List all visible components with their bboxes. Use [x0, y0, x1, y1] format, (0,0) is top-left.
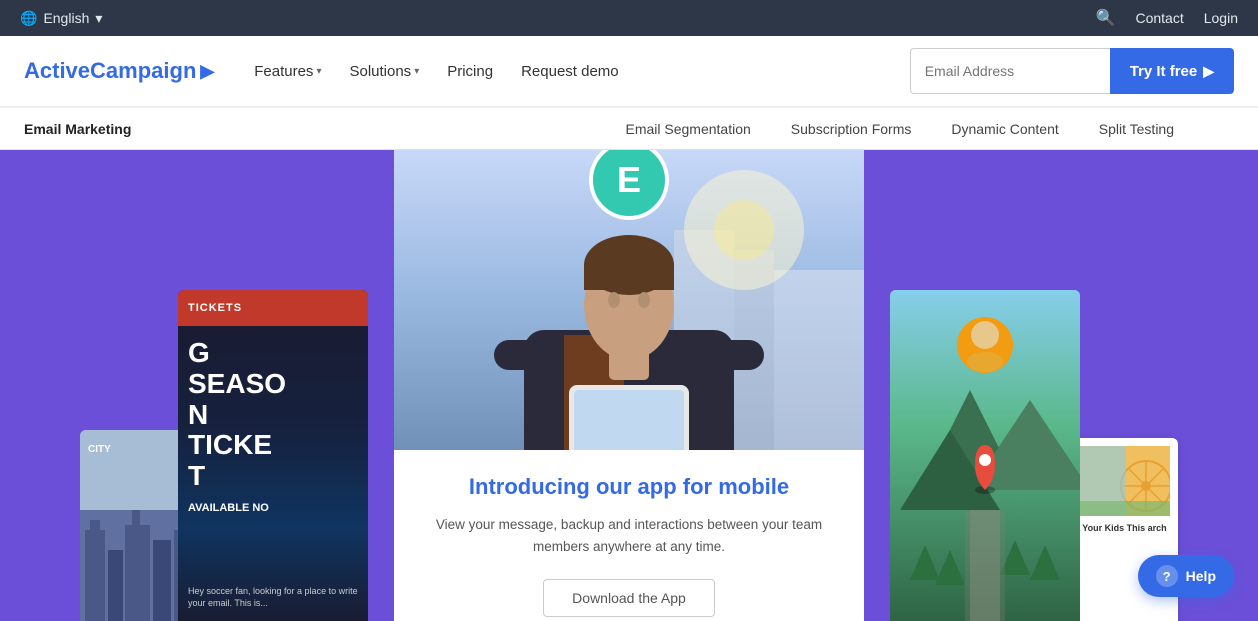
request-demo-link[interactable]: Request demo: [521, 63, 619, 80]
card-title: Introducing our app for mobile: [426, 474, 832, 500]
help-button[interactable]: ? Help: [1138, 555, 1234, 597]
logo-arrow: ▶: [200, 61, 214, 82]
search-icon[interactable]: 🔍: [1096, 8, 1116, 28]
download-app-button[interactable]: Download the App: [543, 579, 715, 617]
tickets-content: G SEASO N TICKE T AVAILABLE NO: [178, 326, 368, 526]
map-svg: [890, 290, 1080, 621]
login-link[interactable]: Login: [1204, 10, 1238, 26]
help-label: Help: [1186, 568, 1216, 584]
logo[interactable]: ActiveCampaign ▶: [24, 58, 214, 84]
features-chevron: ▾: [316, 66, 321, 77]
sub-nav-email-segmentation[interactable]: Email Segmentation: [605, 108, 770, 150]
language-selector[interactable]: 🌐 English ▾: [20, 10, 102, 27]
tickets-tag: TICKETS: [178, 290, 368, 326]
sub-nav: Email Marketing Email Segmentation Subsc…: [0, 108, 1258, 150]
sub-nav-links: Email Segmentation Subscription Forms Dy…: [605, 108, 1194, 150]
nav-links: Features ▾ Solutions ▾ Pricing Request d…: [254, 63, 877, 80]
solutions-link[interactable]: Solutions ▾: [349, 63, 419, 80]
card-description: View your message, backup and interactio…: [426, 514, 832, 557]
contact-link[interactable]: Contact: [1135, 10, 1183, 26]
pricing-link[interactable]: Pricing: [447, 63, 493, 80]
language-chevron: ▾: [95, 10, 102, 27]
central-card: E: [394, 150, 864, 621]
sub-nav-dynamic-content[interactable]: Dynamic Content: [931, 108, 1078, 150]
email-input[interactable]: [910, 48, 1110, 94]
features-link[interactable]: Features ▾: [254, 63, 321, 80]
logo-text: ActiveCampaign: [24, 58, 196, 84]
try-free-button[interactable]: Try It free ▶: [1110, 48, 1234, 94]
email-cta-wrapper: Try It free ▶: [910, 48, 1234, 94]
top-bar-right-links: 🔍 Contact Login: [1096, 8, 1238, 28]
language-label: English: [43, 10, 89, 26]
sub-nav-split-testing[interactable]: Split Testing: [1079, 108, 1194, 150]
solutions-chevron: ▾: [414, 66, 419, 77]
hero-section: TICKETS G SEASO N TICKE T AVAILABLE NO H…: [0, 150, 1258, 621]
main-nav: ActiveCampaign ▶ Features ▾ Solutions ▾ …: [0, 36, 1258, 108]
sub-nav-label: Email Marketing: [24, 121, 131, 137]
help-icon: ?: [1156, 565, 1178, 587]
map-card: [890, 290, 1080, 621]
try-btn-arrow: ▶: [1203, 63, 1214, 80]
svg-text:CITY: CITY: [88, 444, 111, 455]
tickets-title: G SEASO N TICKE T: [188, 338, 358, 492]
tickets-available: AVAILABLE NO: [188, 502, 358, 514]
card-body: Introducing our app for mobile View your…: [394, 450, 864, 621]
globe-icon: 🌐: [20, 10, 37, 27]
map-background: [890, 290, 1080, 621]
tickets-body-text: Hey soccer fan, looking for a place to w…: [188, 585, 358, 610]
top-bar: 🌐 English ▾ 🔍 Contact Login: [0, 0, 1258, 36]
sub-nav-subscription-forms[interactable]: Subscription Forms: [771, 108, 932, 150]
tickets-card: TICKETS G SEASO N TICKE T AVAILABLE NO H…: [178, 290, 368, 621]
